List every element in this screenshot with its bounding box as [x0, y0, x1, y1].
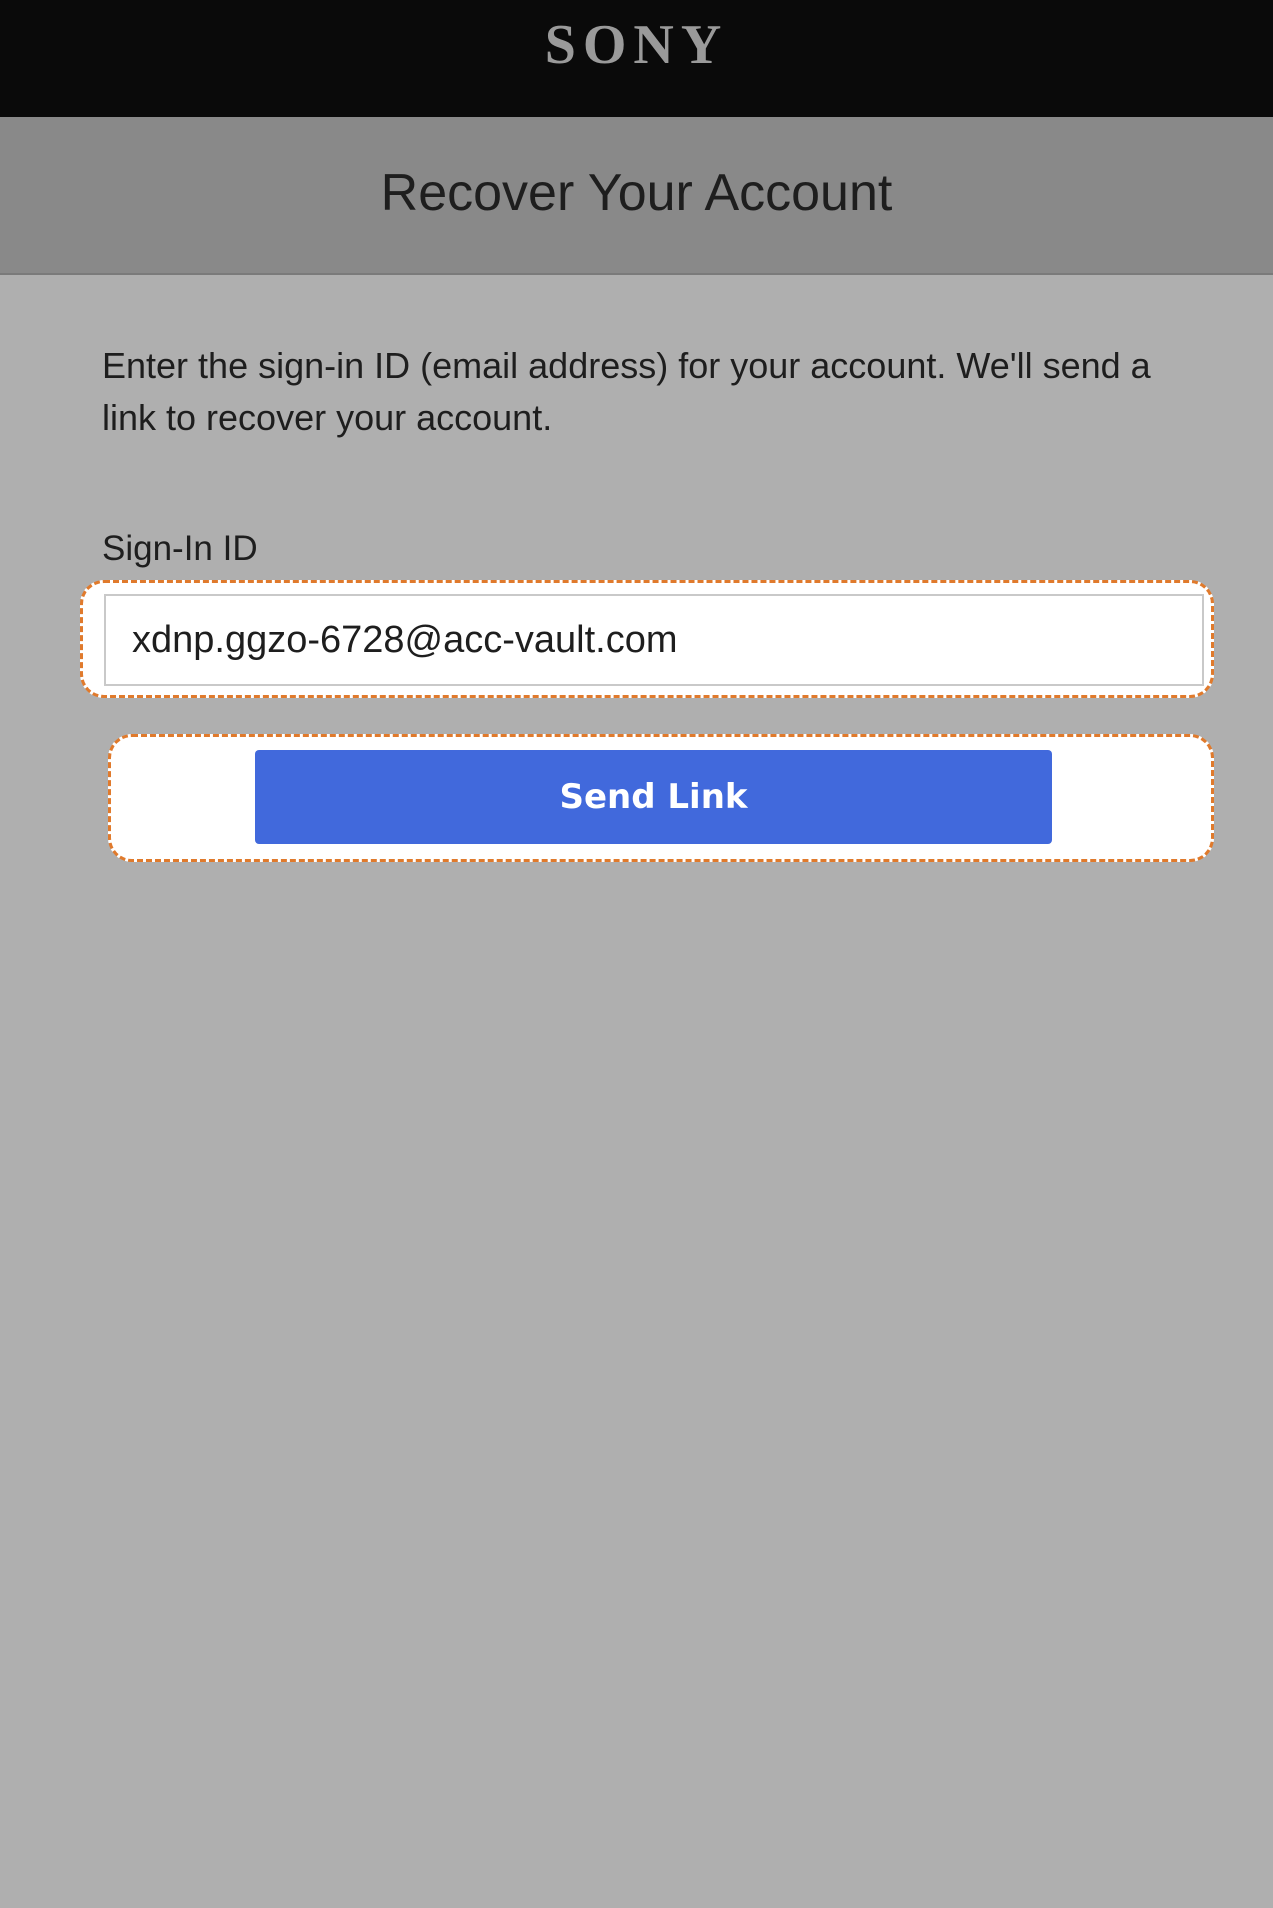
signin-id-label: Sign-In ID [102, 529, 258, 568]
sony-logo: SONY [544, 14, 729, 76]
instructions-text: Enter the sign-in ID (email address) for… [102, 345, 1151, 438]
send-link-button[interactable]: Send Link [255, 750, 1052, 844]
signin-id-input[interactable] [104, 594, 1204, 686]
page-title: Recover Your Account [380, 164, 893, 222]
